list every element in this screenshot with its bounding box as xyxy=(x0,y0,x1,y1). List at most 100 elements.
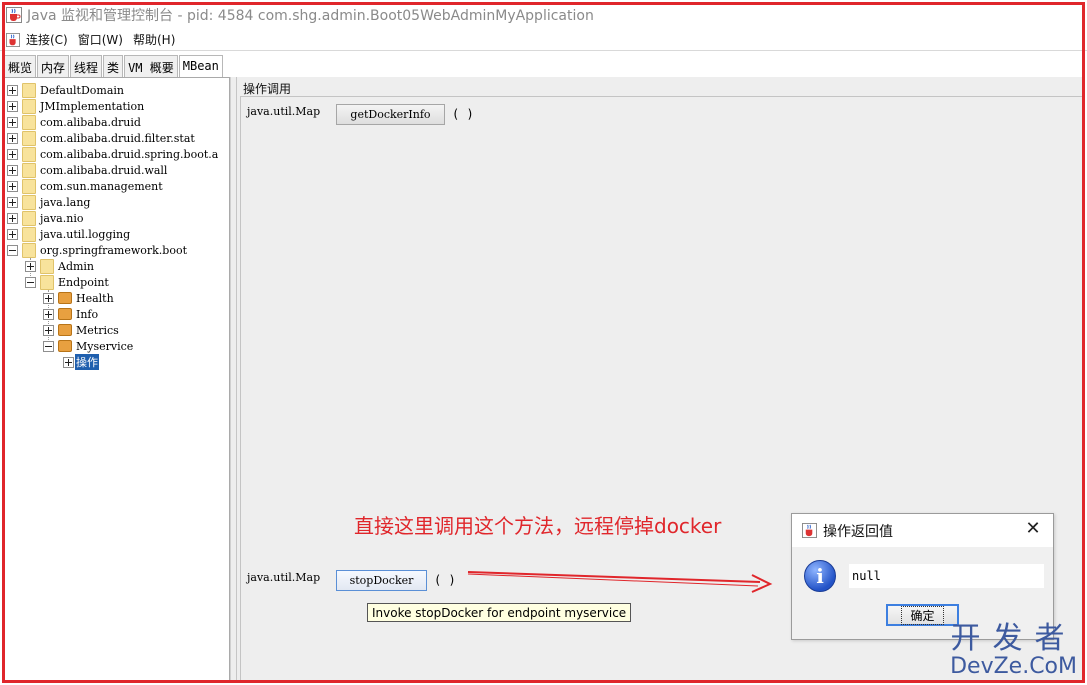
expand-plus-icon[interactable] xyxy=(43,324,54,336)
red-arrow-icon xyxy=(467,571,773,593)
get-docker-info-button[interactable]: getDockerInfo xyxy=(336,104,445,125)
tab-overview[interactable]: 概览 xyxy=(4,55,37,77)
expand-plus-icon[interactable] xyxy=(25,260,36,272)
expand-plus-icon[interactable] xyxy=(7,164,18,176)
expand-plus-icon[interactable] xyxy=(43,292,54,304)
tree-item-endpoint[interactable]: Endpoint xyxy=(25,274,109,290)
tree-item-java-nio[interactable]: java.nio xyxy=(7,210,83,226)
tree-item-druid-wall[interactable]: com.alibaba.druid.wall xyxy=(7,162,167,178)
java-cup-icon xyxy=(6,32,20,47)
red-annotation-text: 直接这里调用这个方法，远程停掉docker xyxy=(354,514,722,538)
tree-item-label: org.springframework.boot xyxy=(40,243,188,257)
folder-icon xyxy=(22,82,36,98)
tab-mbean[interactable]: MBean xyxy=(178,55,223,78)
folder-icon xyxy=(40,258,54,274)
ok-button[interactable]: 确定 xyxy=(886,604,959,626)
folder-icon xyxy=(22,242,36,258)
operations-title: 操作调用 xyxy=(243,82,292,96)
tree-item-label: com.alibaba.druid.filter.stat xyxy=(40,131,195,145)
expand-plus-icon[interactable] xyxy=(7,132,18,144)
info-icon: i xyxy=(804,560,836,592)
tree-item-springframework-boot[interactable]: org.springframework.boot xyxy=(7,242,187,258)
tree-item-operations[interactable]: 操作 xyxy=(63,354,99,370)
tree-item-druid-filter-stat[interactable]: com.alibaba.druid.filter.stat xyxy=(7,130,195,146)
menu-help[interactable]: 帮助(H) xyxy=(133,31,175,48)
menu-bar: 连接(C) 窗口(W) 帮助(H) xyxy=(0,29,1087,51)
expand-plus-icon[interactable] xyxy=(7,116,18,128)
collapse-minus-icon[interactable] xyxy=(7,244,18,256)
folder-icon xyxy=(22,194,36,210)
tab-vm-summary[interactable]: VM 概要 xyxy=(124,55,178,77)
return-type: java.util.Map xyxy=(247,105,321,118)
expand-plus-icon[interactable] xyxy=(7,180,18,192)
folder-icon xyxy=(22,114,36,130)
params-label: ( ) xyxy=(434,573,456,587)
tree-item-label: Info xyxy=(76,307,99,321)
tab-memory[interactable]: 内存 xyxy=(37,55,70,77)
tree-item-health[interactable]: Health xyxy=(43,290,114,306)
expand-plus-icon[interactable] xyxy=(43,308,54,320)
tree-item-label: Endpoint xyxy=(58,275,109,289)
tree-item-label: Health xyxy=(76,291,114,305)
close-icon[interactable]: ✕ xyxy=(1025,520,1041,538)
menu-connect[interactable]: 连接(C) xyxy=(26,31,68,48)
ok-button-label: 确定 xyxy=(901,605,944,625)
collapse-minus-icon[interactable] xyxy=(25,276,36,288)
dialog-titlebar: 操作返回值 ✕ xyxy=(792,514,1053,547)
tree-item-admin[interactable]: Admin xyxy=(25,258,94,274)
expand-plus-icon[interactable] xyxy=(7,100,18,112)
bean-icon xyxy=(58,292,72,304)
params-label: ( ) xyxy=(452,107,474,121)
expand-plus-icon[interactable] xyxy=(7,84,18,96)
tree-item-label: Admin xyxy=(58,259,95,273)
tree-item-label: Metrics xyxy=(76,323,119,337)
folder-icon xyxy=(40,274,54,290)
watermark-line1: 开发者 xyxy=(950,621,1077,656)
tab-threads[interactable]: 线程 xyxy=(70,55,103,77)
tree-item-info[interactable]: Info xyxy=(43,306,98,322)
tree-item-label: com.alibaba.druid xyxy=(40,115,141,129)
java-cup-icon xyxy=(802,523,817,538)
bean-icon xyxy=(58,308,72,320)
tree-item-jmimplementation[interactable]: JMImplementation xyxy=(7,98,144,114)
return-type: java.util.Map xyxy=(247,571,321,584)
folder-icon xyxy=(22,178,36,194)
tree-item-myservice[interactable]: Myservice xyxy=(43,338,133,354)
mbean-tree: DefaultDomain JMImplementation com.aliba… xyxy=(4,77,230,681)
bean-icon xyxy=(58,340,72,352)
return-value-field[interactable]: null xyxy=(849,564,1044,588)
tree-item-defaultdomain[interactable]: DefaultDomain xyxy=(7,82,124,98)
window-titlebar: Java 监视和管理控制台 - pid: 4584 com.shg.admin.… xyxy=(0,0,1087,29)
tree-item-label: Myservice xyxy=(76,339,134,353)
menu-window[interactable]: 窗口(W) xyxy=(78,31,123,48)
tree-item-label: java.util.logging xyxy=(40,227,131,241)
expand-plus-icon[interactable] xyxy=(7,212,18,224)
folder-icon xyxy=(22,162,36,178)
tree-item-java-util-logging[interactable]: java.util.logging xyxy=(7,226,130,242)
tab-classes[interactable]: 类 xyxy=(103,55,124,77)
collapse-minus-icon[interactable] xyxy=(43,340,54,352)
tab-strip: 概览 内存 线程 类 VM 概要 MBean xyxy=(4,55,224,78)
tree-item-label: DefaultDomain xyxy=(40,83,125,97)
tree-item-label: com.sun.management xyxy=(40,179,163,193)
tree-item-label: com.alibaba.druid.wall xyxy=(40,163,168,177)
tree-item-label: 操作 xyxy=(75,354,99,370)
split-pane-divider[interactable] xyxy=(230,77,237,681)
expand-plus-icon[interactable] xyxy=(7,196,18,208)
window-title: Java 监视和管理控制台 - pid: 4584 com.shg.admin.… xyxy=(27,7,594,24)
watermark-line2: DevZe.CoM xyxy=(950,654,1077,679)
stop-docker-button[interactable]: stopDocker xyxy=(336,570,427,591)
expand-plus-icon[interactable] xyxy=(7,228,18,240)
folder-icon xyxy=(22,226,36,242)
tree-item-druid-spring-boot[interactable]: com.alibaba.druid.spring.boot.a xyxy=(7,146,218,162)
expand-plus-icon[interactable] xyxy=(63,356,74,368)
java-cup-icon xyxy=(6,6,22,23)
tree-item-metrics[interactable]: Metrics xyxy=(43,322,119,338)
tree-item-sun-management[interactable]: com.sun.management xyxy=(7,178,163,194)
tree-item-druid[interactable]: com.alibaba.druid xyxy=(7,114,141,130)
tree-item-label: java.lang xyxy=(40,195,91,209)
tree-item-java-lang[interactable]: java.lang xyxy=(7,194,90,210)
tree-item-label: com.alibaba.druid.spring.boot.a xyxy=(40,147,219,161)
expand-plus-icon[interactable] xyxy=(7,148,18,160)
folder-icon xyxy=(22,130,36,146)
